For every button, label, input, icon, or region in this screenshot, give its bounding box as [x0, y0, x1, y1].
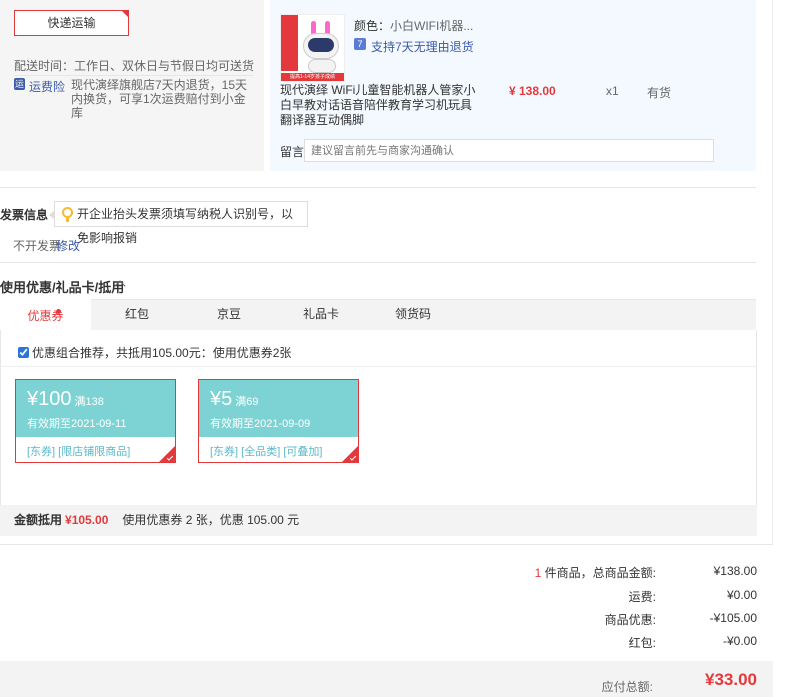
payable-label: 应付总额: — [601, 680, 653, 694]
coupon-condition: 满69 — [235, 396, 259, 408]
divider — [0, 544, 773, 545]
summary-value: ¥105.00 — [65, 513, 109, 527]
product-image[interactable]: 提高1-14岁孩子成绩 — [280, 14, 345, 82]
tab-giftcard[interactable]: 礼品卡 — [275, 299, 367, 330]
invoice-tip: 开企业抬头发票须填写纳税人识别号，以免影响报销 — [49, 201, 308, 245]
redpacket-value: -¥0.00 — [722, 634, 757, 648]
delivery-time: 配送时间：工作日、双休日与节假日均可送货 — [14, 59, 255, 73]
coupon-tags: [东券] [限店铺限商品] — [27, 446, 131, 458]
tip-arrow-icon — [49, 210, 55, 220]
color-label: 颜色： — [354, 19, 391, 33]
note-input[interactable] — [304, 139, 714, 162]
invoice-title: 发票信息 — [0, 208, 49, 222]
coupon-condition: 满138 — [74, 396, 104, 408]
coupon-card[interactable]: ¥5 满69 有效期至2021-09-09 [东券] [全品类] [可叠加] — [198, 379, 359, 463]
lightbulb-icon — [62, 207, 73, 222]
invoice-tip-text: 开企业抬头发票须填写纳税人识别号，以免影响报销 — [77, 207, 294, 245]
discount-label: 商品优惠: — [604, 613, 656, 627]
product-image-strip — [281, 15, 298, 71]
robot-body-icon — [308, 59, 336, 73]
coupon-amount: ¥100 满138 — [27, 388, 104, 411]
divider — [0, 262, 756, 263]
divider — [14, 75, 254, 76]
divider — [0, 366, 757, 367]
invoice-edit-link[interactable]: 修改 — [56, 237, 80, 254]
shipping-method-button[interactable]: 快递运输 — [14, 10, 129, 36]
tab-redeem-code[interactable]: 领货码 — [367, 299, 459, 330]
insurance-text: 现代演绎旗舰店7天内退货，15天内换货，可享1次运费赔付到小金库 — [71, 78, 248, 120]
coupon-amount: ¥5 满69 — [210, 388, 259, 411]
return-policy[interactable]: 支持7天无理由退货 — [371, 38, 474, 55]
coupon-amount-value: ¥5 — [210, 388, 233, 410]
tab-redpacket[interactable]: 红包 — [91, 299, 183, 330]
product-image-banner: 提高1-14岁孩子成绩 — [281, 73, 344, 81]
section-border — [772, 0, 773, 545]
product-quantity: x1 — [606, 84, 619, 98]
combo-recommend[interactable]: 优惠组合推荐，共抵用105.00元：使用优惠券2张 — [18, 344, 291, 361]
tab-jingdou[interactable]: 京豆 — [183, 299, 275, 330]
redpacket-label: 红包: — [628, 636, 656, 650]
coupon-amount-value: ¥100 — [27, 388, 72, 410]
insurance-icon: 运 — [14, 78, 25, 90]
summary-key: 金额抵用 — [14, 513, 63, 527]
product-image-banner-text: 提高1-14岁孩子成绩 — [289, 74, 335, 80]
items-label: 件商品，总商品金额: — [541, 566, 656, 580]
payable-value: ¥33.00 — [705, 670, 757, 689]
payable-bar — [0, 661, 773, 697]
combo-checkbox[interactable] — [18, 347, 29, 358]
shipping-method-label: 快递运输 — [47, 16, 96, 30]
total-items-label: 1 件商品，总商品金额: — [535, 564, 656, 581]
return-icon: 7 — [354, 38, 366, 50]
selected-corner-icon — [121, 11, 128, 18]
robot-face-icon — [308, 38, 334, 52]
tab-coupon[interactable]: 优惠券 — [0, 299, 91, 330]
coupon-card[interactable]: ¥100 满138 有效期至2021-09-11 [东券] [限店铺限商品] — [15, 379, 176, 463]
product-color: 颜色：小白WIFI机器... — [354, 17, 473, 34]
total-items-value: ¥138.00 — [713, 564, 757, 578]
color-value: 小白WIFI机器... — [390, 19, 474, 33]
notification-dot-icon — [56, 309, 61, 314]
discount-value: -¥105.00 — [709, 611, 757, 625]
coupon-tags: [东券] [全品类] [可叠加] — [210, 446, 323, 458]
divider — [0, 187, 756, 188]
shipping-fee-value: ¥0.00 — [726, 588, 757, 602]
summary-desc: 使用优惠券 2 张，优惠 105.00 元 — [122, 513, 300, 527]
coupon-validity: 有效期至2021-09-09 — [210, 418, 311, 430]
coupon-section-title[interactable]: 使用优惠/礼品卡/抵用 — [0, 277, 124, 296]
insurance-label[interactable]: 运费险 — [29, 78, 65, 95]
product-stock: 有货 — [647, 86, 672, 100]
combo-text: 优惠组合推荐，共抵用105.00元：使用优惠券2张 — [32, 346, 292, 360]
invoice-status: 不开发票 — [13, 239, 62, 253]
product-title[interactable]: 现代演绎 WiFi儿童智能机器人管家小白早教对话语音陪伴教育学习机玩具翻译器互动… — [280, 83, 480, 128]
shipping-fee-label: 运费: — [628, 590, 656, 604]
coupon-validity: 有效期至2021-09-11 — [27, 418, 127, 430]
product-price: ¥ 138.00 — [509, 84, 556, 98]
coupon-summary: 金额抵用 ¥105.00 使用优惠券 2 张，优惠 105.00 元 — [0, 505, 757, 536]
